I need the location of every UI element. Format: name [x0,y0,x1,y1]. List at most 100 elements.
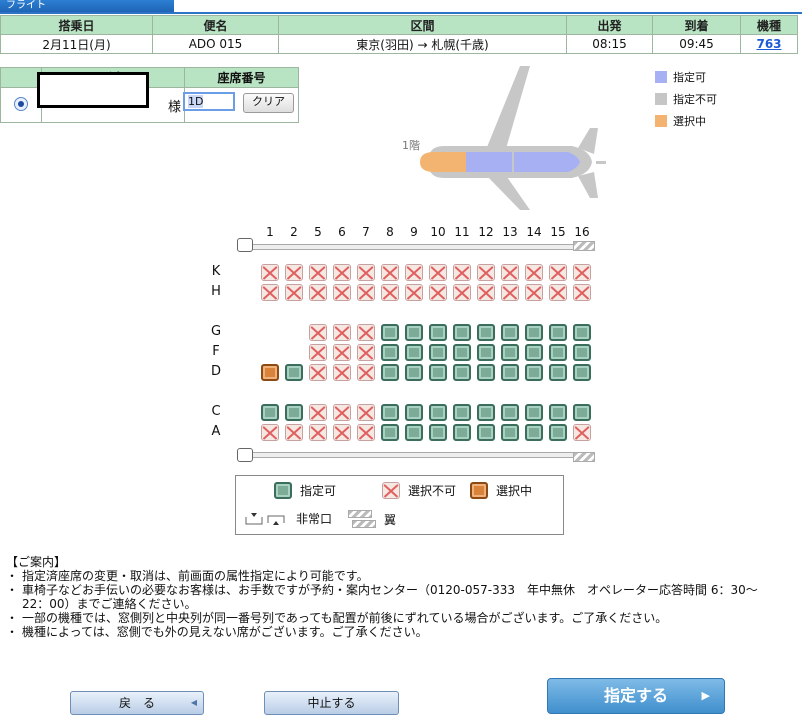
plane-zone-available-rear [514,152,580,172]
column-number-2: 2 [290,225,298,239]
seat-5D [309,364,327,381]
seat-13F[interactable] [501,344,519,361]
seat-11C[interactable] [453,404,471,421]
seat-11F[interactable] [453,344,471,361]
seat-16G[interactable] [573,324,591,341]
col-depart: 出発 [566,15,653,35]
submit-button[interactable]: 指定する ▶ [547,678,725,714]
seat-7F [357,344,375,361]
seat-1D[interactable] [261,364,279,381]
back-button[interactable]: 戻 る ◀ [70,691,204,715]
seat-12G[interactable] [477,324,495,341]
seat-10C[interactable] [429,404,447,421]
column-number-1: 1 [266,225,274,239]
seat-11G[interactable] [453,324,471,341]
seat-7C [357,404,375,421]
seat-8D[interactable] [381,364,399,381]
seat-15H [549,284,567,301]
deck-label: 1階 [402,138,420,152]
seat-1C[interactable] [261,404,279,421]
seat-7A [357,424,375,441]
seat-14F[interactable] [525,344,543,361]
seat-10D[interactable] [429,364,447,381]
cancel-button[interactable]: 中止する [264,691,399,715]
passenger-radio[interactable] [14,96,28,111]
seat-14G[interactable] [525,324,543,341]
seat-12H [477,284,495,301]
row-label-G: G [210,324,222,339]
seat-5F [309,344,327,361]
seat-13D[interactable] [501,364,519,381]
aircraft-link[interactable]: 763 [756,37,781,51]
seat-10F[interactable] [429,344,447,361]
seat-1K [261,264,279,281]
seat-13G[interactable] [501,324,519,341]
column-number-7: 7 [362,225,370,239]
seat-15D[interactable] [549,364,567,381]
seat-8F[interactable] [381,344,399,361]
notice-item: 機種によっては、窓側でも外の見えない席がございます。ご了承ください。 [6,625,782,639]
seat-12D[interactable] [477,364,495,381]
seat-12C[interactable] [477,404,495,421]
seat-14D[interactable] [525,364,543,381]
legend-selected-label: 選択中 [673,115,706,128]
seat-2D[interactable] [285,364,303,381]
seat-10A[interactable] [429,424,447,441]
seat-12K [477,264,495,281]
seat-5C [309,404,327,421]
legend-bottom-selected-label: 選択中 [496,484,533,498]
seat-8A[interactable] [381,424,399,441]
seat-9C[interactable] [405,404,423,421]
seat-15A[interactable] [549,424,567,441]
seat-8G[interactable] [381,324,399,341]
seat-13C[interactable] [501,404,519,421]
legend-selected-swatch [655,115,667,127]
seat-10H [429,284,447,301]
seat-7H [357,284,375,301]
seat-9F[interactable] [405,344,423,361]
seat-selected-icon [470,482,488,499]
seat-number-input[interactable]: 1D [183,92,235,111]
seat-5K [309,264,327,281]
column-number-12: 12 [478,225,494,239]
exit-bottom [237,448,253,462]
seat-9G[interactable] [405,324,423,341]
seat-16D[interactable] [573,364,591,381]
seat-14C[interactable] [525,404,543,421]
legend-available-swatch [655,71,667,83]
seat-11D[interactable] [453,364,471,381]
clear-button[interactable]: クリア [243,93,294,113]
seat-2C[interactable] [285,404,303,421]
section-tab-label: フライト [6,0,46,11]
seat-15C[interactable] [549,404,567,421]
rail-bottom [238,452,595,458]
column-number-15: 15 [550,225,566,239]
seat-15G[interactable] [549,324,567,341]
seat-16C[interactable] [573,404,591,421]
legend-bottom-wing: 翼 [348,510,396,528]
seat-9K [405,264,423,281]
seat-13A[interactable] [501,424,519,441]
legend-unavailable: 指定不可 [655,91,717,107]
flight-date: 2月11日(月) [0,34,153,54]
seat-13H [501,284,519,301]
plane-wing-lower [485,174,530,210]
seat-15F[interactable] [549,344,567,361]
flight-depart: 08:15 [566,34,653,54]
seat-1H [261,284,279,301]
seat-9D[interactable] [405,364,423,381]
seat-14A[interactable] [525,424,543,441]
seat-6A [333,424,351,441]
seat-11A[interactable] [453,424,471,441]
seat-10G[interactable] [429,324,447,341]
seat-9A[interactable] [405,424,423,441]
legend-bottom-exit: 非常口 [244,510,332,527]
seat-12F[interactable] [477,344,495,361]
plane-tail-tip [596,161,606,164]
wing-icon [348,510,376,528]
seat-12A[interactable] [477,424,495,441]
airplane-diagram: 1階 [402,66,606,210]
seat-8C[interactable] [381,404,399,421]
seat-16F[interactable] [573,344,591,361]
column-number-9: 9 [410,225,418,239]
